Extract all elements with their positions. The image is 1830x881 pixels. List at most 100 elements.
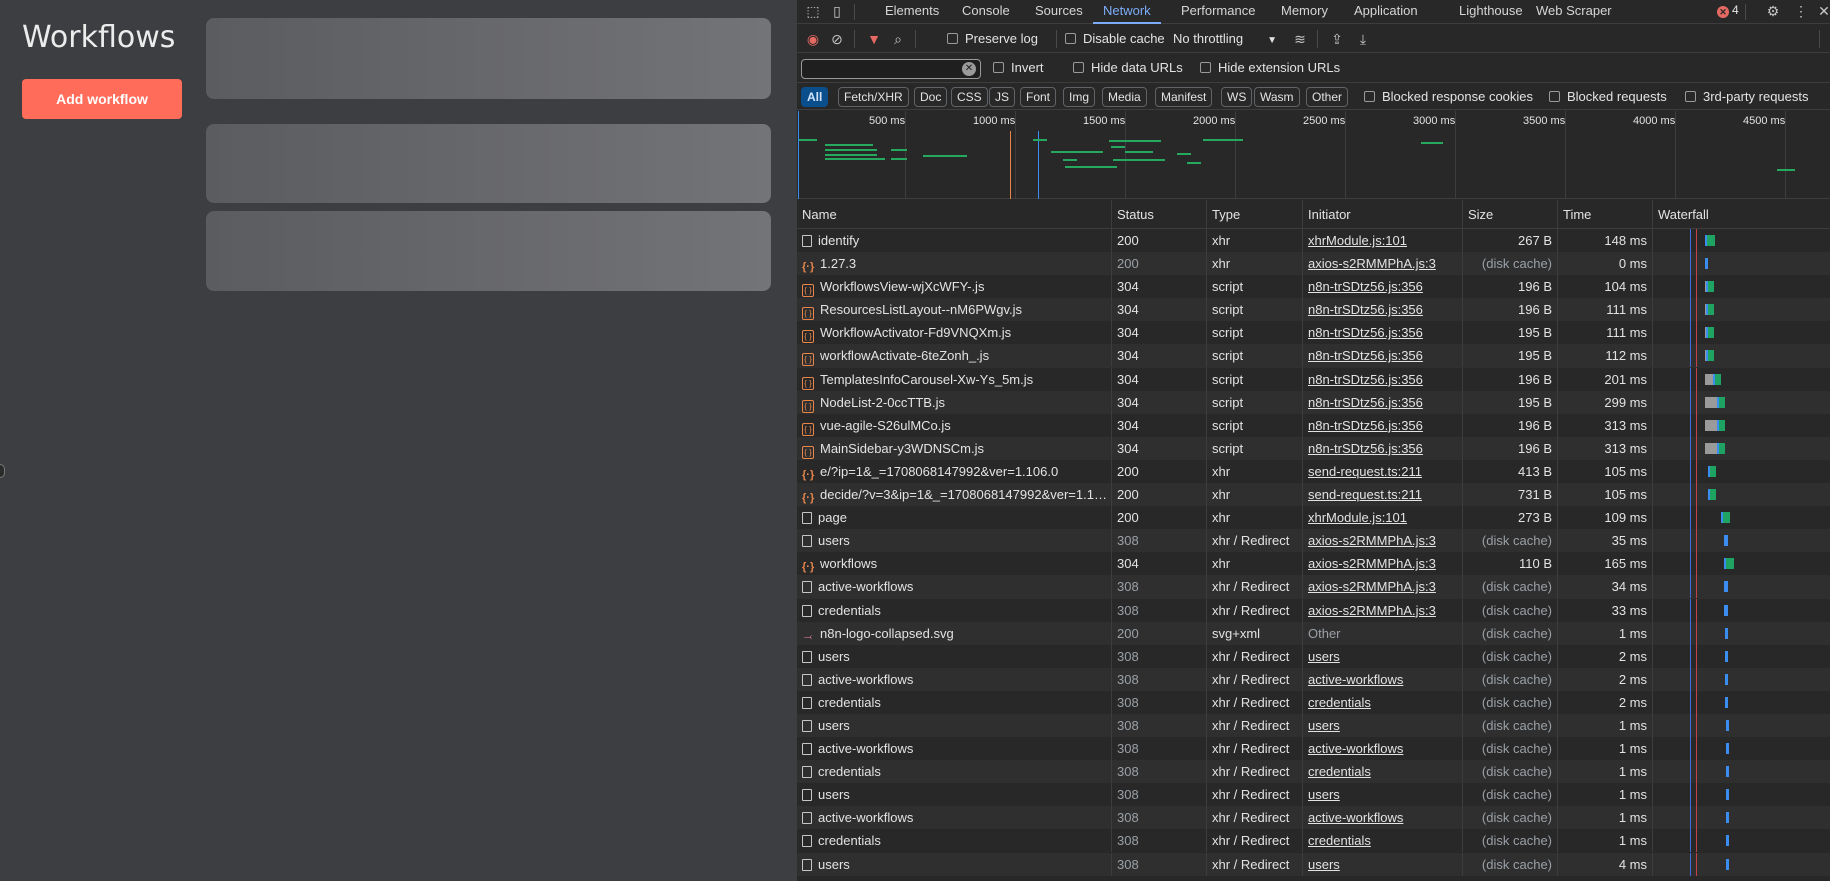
table-row[interactable]: users 308 xhr / Redirect users (disk cache) 4… [797, 852, 1830, 876]
more-options-icon[interactable]: ⋮ [1792, 2, 1810, 20]
filter-chip-manifest[interactable]: Manifest [1155, 87, 1213, 107]
request-name-cell[interactable]: users [797, 853, 1111, 876]
device-toolbar-icon[interactable]: ▯ [828, 2, 846, 20]
request-name-cell[interactable]: ⤙ n8n-logo-collapsed.svg [797, 622, 1111, 645]
table-row[interactable]: credentials 308 xhr / Redirect credentials (… [797, 690, 1830, 714]
request-initiator-link[interactable]: n8n-trSDtz56.js:356 [1308, 395, 1423, 410]
request-name-cell[interactable]: users [797, 783, 1111, 806]
request-initiator-link[interactable]: credentials [1308, 695, 1371, 710]
column-time[interactable]: Time [1557, 200, 1652, 229]
request-name-cell[interactable]: {·} e/?ip=1&_=1708068147992&ver=1.106.0 [797, 460, 1111, 483]
table-row[interactable]: page 200 xhr xhrModule.js:101 273 B 109 ms [797, 506, 1830, 530]
table-row[interactable]: users 308 xhr / Redirect users (disk cache) 1… [797, 783, 1830, 807]
table-row[interactable]: { } NodeList-2-0ccTTB.js 304 script n8n-trSD… [797, 390, 1830, 414]
request-name-cell[interactable]: { } vue-agile-S26ulMCo.js [797, 414, 1111, 437]
request-initiator-link[interactable]: axios-s2RMMPhA.js:3 [1308, 579, 1436, 594]
request-initiator-link[interactable]: credentials [1308, 833, 1371, 848]
request-initiator-link[interactable]: active-workflows [1308, 672, 1403, 687]
filter-chip-font[interactable]: Font [1020, 87, 1057, 107]
request-initiator-link[interactable]: axios-s2RMMPhA.js:3 [1308, 256, 1436, 271]
tab-application[interactable]: Application [1354, 0, 1418, 24]
column-initiator[interactable]: Initiator [1302, 200, 1462, 229]
table-row[interactable]: {·} 1.27.3 200 xhr axios-s2RMMPhA.js:3 (disk … [797, 252, 1830, 276]
table-row[interactable]: users 308 xhr / Redirect users (disk cache) 2… [797, 644, 1830, 668]
inspect-element-icon[interactable]: ⬚ [804, 2, 822, 20]
network-conditions-icon[interactable]: ≋ [1291, 30, 1309, 48]
request-name-cell[interactable]: active-workflows [797, 575, 1111, 598]
table-row[interactable]: credentials 308 xhr / Redirect credentials (… [797, 829, 1830, 853]
request-name-cell[interactable]: { } NodeList-2-0ccTTB.js [797, 391, 1111, 414]
request-name-cell[interactable]: credentials [797, 599, 1111, 622]
table-row[interactable]: users 308 xhr / Redirect users (disk cache) 1… [797, 713, 1830, 738]
column-status[interactable]: Status [1111, 200, 1206, 229]
close-icon[interactable]: ✕ [1815, 2, 1830, 20]
request-name-cell[interactable]: { } WorkflowActivator-Fd9VNQXm.js [797, 321, 1111, 344]
request-name-cell[interactable]: active-workflows [797, 668, 1111, 691]
tab-web-scraper[interactable]: Web Scraper [1536, 0, 1612, 24]
column-size[interactable]: Size [1462, 200, 1557, 229]
request-name-cell[interactable]: { } WorkflowsView-wjXcWFY-.js [797, 275, 1111, 298]
request-name-cell[interactable]: {·} decide/?v=3&ip=1&_=1708068147992&ver=… [797, 483, 1111, 506]
tab-network[interactable]: Network [1093, 0, 1161, 24]
column-waterfall[interactable]: Waterfall [1652, 200, 1830, 229]
request-name-cell[interactable]: {·} 1.27.3 [797, 252, 1111, 275]
tab-elements[interactable]: Elements [885, 0, 939, 24]
request-name-cell[interactable]: users [797, 714, 1111, 737]
request-initiator-link[interactable]: users [1308, 649, 1340, 664]
third-party-requests-checkbox[interactable]: 3rd-party requests [1685, 88, 1809, 106]
request-initiator-link[interactable]: n8n-trSDtz56.js:356 [1308, 325, 1423, 340]
filter-chip-wasm[interactable]: Wasm [1254, 87, 1300, 107]
invert-checkbox[interactable]: Invert [993, 59, 1044, 77]
table-row[interactable]: { } MainSidebar-y3WDNSCm.js 304 script n8n-t… [797, 436, 1830, 460]
table-row[interactable]: active-workflows 308 xhr / Redirect active-… [797, 737, 1830, 761]
resize-handle[interactable] [0, 464, 5, 478]
request-name-cell[interactable]: { } workflowActivate-6teZonh_.js [797, 344, 1111, 367]
request-name-cell[interactable]: users [797, 645, 1111, 668]
request-name-cell[interactable]: {·} workflows [797, 552, 1111, 575]
request-name-cell[interactable]: { } MainSidebar-y3WDNSCm.js [797, 437, 1111, 460]
request-name-cell[interactable]: { } ResourcesListLayout--nM6PWgv.js [797, 298, 1111, 321]
table-row[interactable]: { } workflowActivate-6teZonh_.js 304 script… [797, 344, 1830, 368]
tab-sources[interactable]: Sources [1035, 0, 1083, 24]
table-row[interactable]: ⤙ n8n-logo-collapsed.svg 200 svg+xml Other (d… [797, 621, 1830, 645]
table-row[interactable]: credentials 308 xhr / Redirect axios-s2RMMP… [797, 598, 1830, 622]
blocked-response-cookies-checkbox[interactable]: Blocked response cookies [1364, 88, 1533, 106]
request-initiator-link[interactable]: send-request.ts:211 [1308, 487, 1422, 502]
request-initiator-link[interactable]: send-request.ts:211 [1308, 464, 1422, 479]
table-row[interactable]: active-workflows 308 xhr / Redirect active-… [797, 806, 1830, 830]
add-workflow-button[interactable]: Add workflow [22, 79, 182, 119]
filter-input[interactable] [801, 59, 981, 79]
table-row[interactable]: { } TemplatesInfoCarousel-Xw-Ys_5m.js 304 s… [797, 367, 1830, 391]
table-row[interactable]: identify 200 xhr xhrModule.js:101 267 B 148 m… [797, 229, 1830, 252]
request-initiator-link[interactable]: n8n-trSDtz56.js:356 [1308, 348, 1423, 363]
request-initiator-link[interactable]: n8n-trSDtz56.js:356 [1308, 279, 1423, 294]
table-row[interactable]: credentials 308 xhr / Redirect credentials (… [797, 760, 1830, 784]
filter-chip-fetch-xhr[interactable]: Fetch/XHR [838, 87, 909, 107]
table-row[interactable]: active-workflows 308 xhr / Redirect active-… [797, 667, 1830, 691]
request-initiator-link[interactable]: xhrModule.js:101 [1308, 510, 1407, 525]
request-initiator-link[interactable]: users [1308, 718, 1340, 733]
table-row[interactable]: active-workflows 308 xhr / Redirect axios-s… [797, 575, 1830, 599]
tab-performance[interactable]: Performance [1181, 0, 1255, 24]
request-initiator-link[interactable]: credentials [1308, 764, 1371, 779]
request-name-cell[interactable]: page [797, 506, 1111, 529]
request-name-cell[interactable]: credentials [797, 760, 1111, 783]
filter-chip-ws[interactable]: WS [1221, 87, 1253, 107]
request-initiator-link[interactable]: users [1308, 787, 1340, 802]
request-initiator-link[interactable]: axios-s2RMMPhA.js:3 [1308, 556, 1436, 571]
filter-chip-other[interactable]: Other [1306, 87, 1349, 107]
filter-funnel-icon[interactable]: ▼ [865, 30, 883, 48]
table-row[interactable]: {·} decide/?v=3&ip=1&_=1708068147992&ver=… [797, 483, 1830, 507]
settings-gear-icon[interactable]: ⚙ [1764, 2, 1782, 20]
request-name-cell[interactable]: active-workflows [797, 806, 1111, 829]
request-name-cell[interactable]: credentials [797, 691, 1111, 714]
request-name-cell[interactable]: credentials [797, 829, 1111, 852]
request-initiator-link[interactable]: axios-s2RMMPhA.js:3 [1308, 533, 1436, 548]
request-initiator-link[interactable]: axios-s2RMMPhA.js:3 [1308, 603, 1436, 618]
request-initiator-link[interactable]: users [1308, 857, 1340, 872]
request-name-cell[interactable]: { } TemplatesInfoCarousel-Xw-Ys_5m.js [797, 368, 1111, 391]
request-initiator-link[interactable]: n8n-trSDtz56.js:356 [1308, 441, 1423, 456]
request-initiator-link[interactable]: active-workflows [1308, 810, 1403, 825]
search-icon[interactable]: ⌕ [889, 30, 907, 48]
table-row[interactable]: { } ResourcesListLayout--nM6PWgv.js 304 scr… [797, 298, 1830, 322]
